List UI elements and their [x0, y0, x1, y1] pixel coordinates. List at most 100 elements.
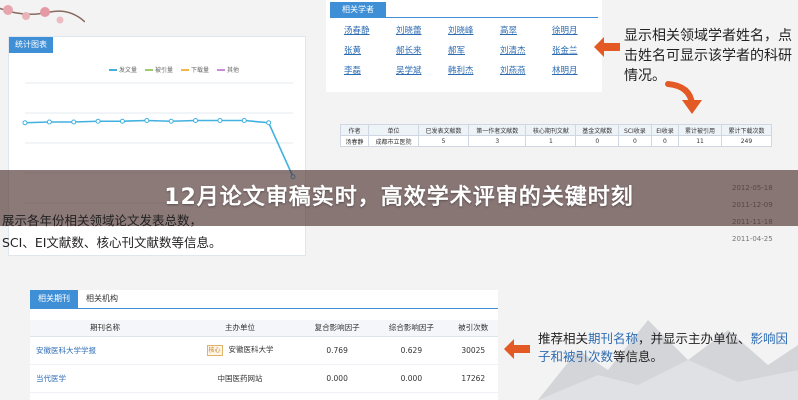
tab-related-journals[interactable]: 相关期刊: [30, 290, 78, 308]
table-row[interactable]: 汤春静 成都市立医院 5 3 1 0 0 0 11 249: [339, 135, 773, 147]
journal-header-row: 期刊名称 主办单位 复合影响因子 综合影响因子 被引次数: [30, 320, 498, 337]
scholars-tab[interactable]: 相关学者: [330, 2, 386, 17]
legend-swatch: [109, 68, 117, 71]
scholar-name-link[interactable]: 刘燕燕: [500, 64, 552, 78]
legend-item[interactable]: 其他: [217, 65, 239, 74]
stats-cell: 0: [575, 135, 620, 147]
data-point[interactable]: [46, 119, 52, 125]
tab-related-institutions[interactable]: 相关机构: [78, 290, 126, 308]
scholar-name-link[interactable]: 高翠: [500, 24, 552, 38]
stats-header-cell: SCI收录: [618, 124, 652, 136]
scholar-name-link[interactable]: 李磊: [344, 64, 396, 78]
journal-composite-if: 0.000: [300, 364, 375, 393]
arrow-left-icon: [594, 37, 620, 57]
col-citations: 被引次数: [448, 320, 498, 337]
data-point[interactable]: [95, 118, 101, 124]
legend-item[interactable]: 被引量: [145, 65, 173, 74]
stats-header-cell: EI收录: [650, 124, 680, 136]
journal-sponsor: 中国医药网站: [180, 364, 300, 393]
col-journal-name: 期刊名称: [30, 320, 180, 337]
chart-annotation-sci-ei: SCI、EI文献数、: [2, 235, 97, 250]
scholar-name-grid: 汤春静 刘晓蕾 刘晓峰 高翠 徐明月 张黄 郝长来 郝军 刘清杰 张金兰 李磊 吴学斌 韩利杰 刘燕燕 林明…: [344, 24, 604, 78]
stats-cell[interactable]: 汤春静: [339, 135, 370, 147]
scholar-name-link[interactable]: 刘晓峰: [448, 24, 500, 38]
journal-comprehensive-if: 0.000: [374, 364, 449, 393]
data-point[interactable]: [193, 118, 199, 123]
scholar-name-link[interactable]: 汤春静: [344, 24, 396, 38]
stats-cell: 3: [468, 135, 527, 147]
data-point[interactable]: [71, 119, 77, 125]
journal-composite-if: 0.769: [300, 336, 375, 365]
journal-comprehensive-if: 0.629: [374, 336, 449, 365]
legend-swatch: [217, 68, 226, 71]
legend-item[interactable]: 下载量: [181, 65, 209, 74]
chart-annotation-core: 核心刊文献数: [96, 235, 172, 250]
journal-annotation-c: ，并显示主办单位、: [638, 331, 751, 346]
journal-sponsor: 安徽医科大学: [228, 345, 274, 355]
stats-cell: 1: [525, 135, 577, 147]
scholar-name-link[interactable]: 张黄: [344, 44, 396, 58]
arrow-left-icon: [504, 339, 530, 359]
scholar-name-link[interactable]: 刘清杰: [500, 44, 552, 58]
scholar-name-link[interactable]: 林明月: [552, 64, 604, 78]
data-point[interactable]: [168, 118, 174, 124]
scholar-name-link[interactable]: 吴学斌: [396, 64, 448, 78]
stats-cell: 5: [418, 135, 470, 147]
scholar-name-link[interactable]: 刘晓蕾: [396, 24, 448, 38]
stats-cell: 成都市立医院: [368, 135, 420, 147]
data-point[interactable]: [144, 118, 150, 123]
data-point[interactable]: [217, 118, 223, 123]
journal-tab-underline: [30, 308, 498, 309]
series-line: [24, 119, 294, 178]
data-point[interactable]: [241, 118, 247, 123]
screenshot-stage: 统计图表 发文量 被引量 下载量 其他 相关学者 汤春静 刘晓蕾 刘晓峰 高翠 徐明月张…: [0, 0, 798, 400]
stats-header-cell: 基金文献数: [575, 124, 620, 136]
stats-cell: 0: [650, 135, 680, 147]
scholar-name-link[interactable]: 韩利杰: [448, 64, 500, 78]
scholars-tab-underline: [330, 17, 598, 18]
scholar-stats-table: 作者 单位 已发表文献数 第一作者文献数 核心期刊文献 基金文献数 SCI收录 EI收录 累计被…: [339, 124, 773, 147]
stats-cell: 249: [720, 135, 773, 147]
journal-name-link[interactable]: 当代医学: [30, 364, 180, 393]
date-item: 2011-04-25: [732, 235, 773, 243]
col-composite-if: 复合影响因子: [300, 320, 375, 337]
legend-item[interactable]: 发文量: [109, 65, 137, 74]
chart-annotation-suffix: 等信息。: [171, 235, 222, 250]
journal-citations: 17262: [448, 364, 498, 393]
data-point[interactable]: [22, 120, 28, 126]
stats-header-cell: 已发表文献数: [418, 124, 470, 136]
journal-sponsor-cell: 核心 安徽医科大学: [180, 336, 300, 365]
scholar-name-link[interactable]: 郝军: [448, 44, 500, 58]
journal-name-link[interactable]: 安徽医科大学学报: [30, 336, 180, 365]
legend-swatch: [181, 68, 190, 71]
chart-legend: 发文量 被引量 下载量 其他: [109, 65, 239, 74]
journal-annotation-e: 等信息。: [613, 349, 664, 364]
stats-header-cell: 累计被引用: [678, 124, 722, 136]
curved-arrow-down-icon: [665, 81, 702, 114]
legend-swatch: [145, 68, 154, 71]
data-point[interactable]: [266, 120, 272, 126]
journal-table: 期刊名称 主办单位 复合影响因子 综合影响因子 被引次数 安徽医科大学学报 核心…: [30, 320, 498, 393]
journal-citations: 30025: [448, 336, 498, 365]
chart-panel-tab[interactable]: 统计图表: [9, 37, 53, 53]
journal-annotation: 推荐相关期刊名称，并显示主办单位、影响因子和被引次数等信息。: [538, 330, 793, 366]
stats-header-cell: 累计下载次数: [720, 124, 773, 136]
data-point[interactable]: [119, 118, 125, 124]
chart-annotation: 展示各年份相关领域论文发表总数， SCI、EI文献数、核心刊文献数等信息。: [2, 212, 322, 251]
stats-header-cell: 核心期刊文献: [525, 124, 577, 136]
journal-annotation-b: 期刊名称: [588, 331, 639, 346]
scholar-name-link[interactable]: 郝长来: [396, 44, 448, 58]
blossom-decoration: [0, 5, 85, 24]
related-scholars-panel: 相关学者 汤春静 刘晓蕾 刘晓峰 高翠 徐明月 张黄 郝长来 郝军 刘清杰 张金兰 李磊 吴学斌 韩利杰…: [326, 0, 602, 92]
col-sponsor: 主办单位: [180, 320, 300, 337]
core-journal-badge-icon: 核心: [206, 344, 223, 356]
journal-annotation-a: 推荐相关: [538, 331, 589, 346]
journal-tabs: 相关期刊 相关机构: [30, 290, 126, 308]
table-row[interactable]: 当代医学 中国医药网站 0.000 0.000 17262: [30, 364, 498, 393]
stats-header-cell: 单位: [368, 124, 420, 136]
stats-header-cell: 作者: [339, 124, 370, 136]
stats-header-cell: 第一作者文献数: [468, 124, 527, 136]
col-comprehensive-if: 综合影响因子: [374, 320, 449, 337]
table-row[interactable]: 安徽医科大学学报 核心 安徽医科大学 0.769 0.629 30025: [30, 336, 498, 365]
stats-header-row: 作者 单位 已发表文献数 第一作者文献数 核心期刊文献 基金文献数 SCI收录 EI收录 累计被…: [339, 124, 773, 136]
